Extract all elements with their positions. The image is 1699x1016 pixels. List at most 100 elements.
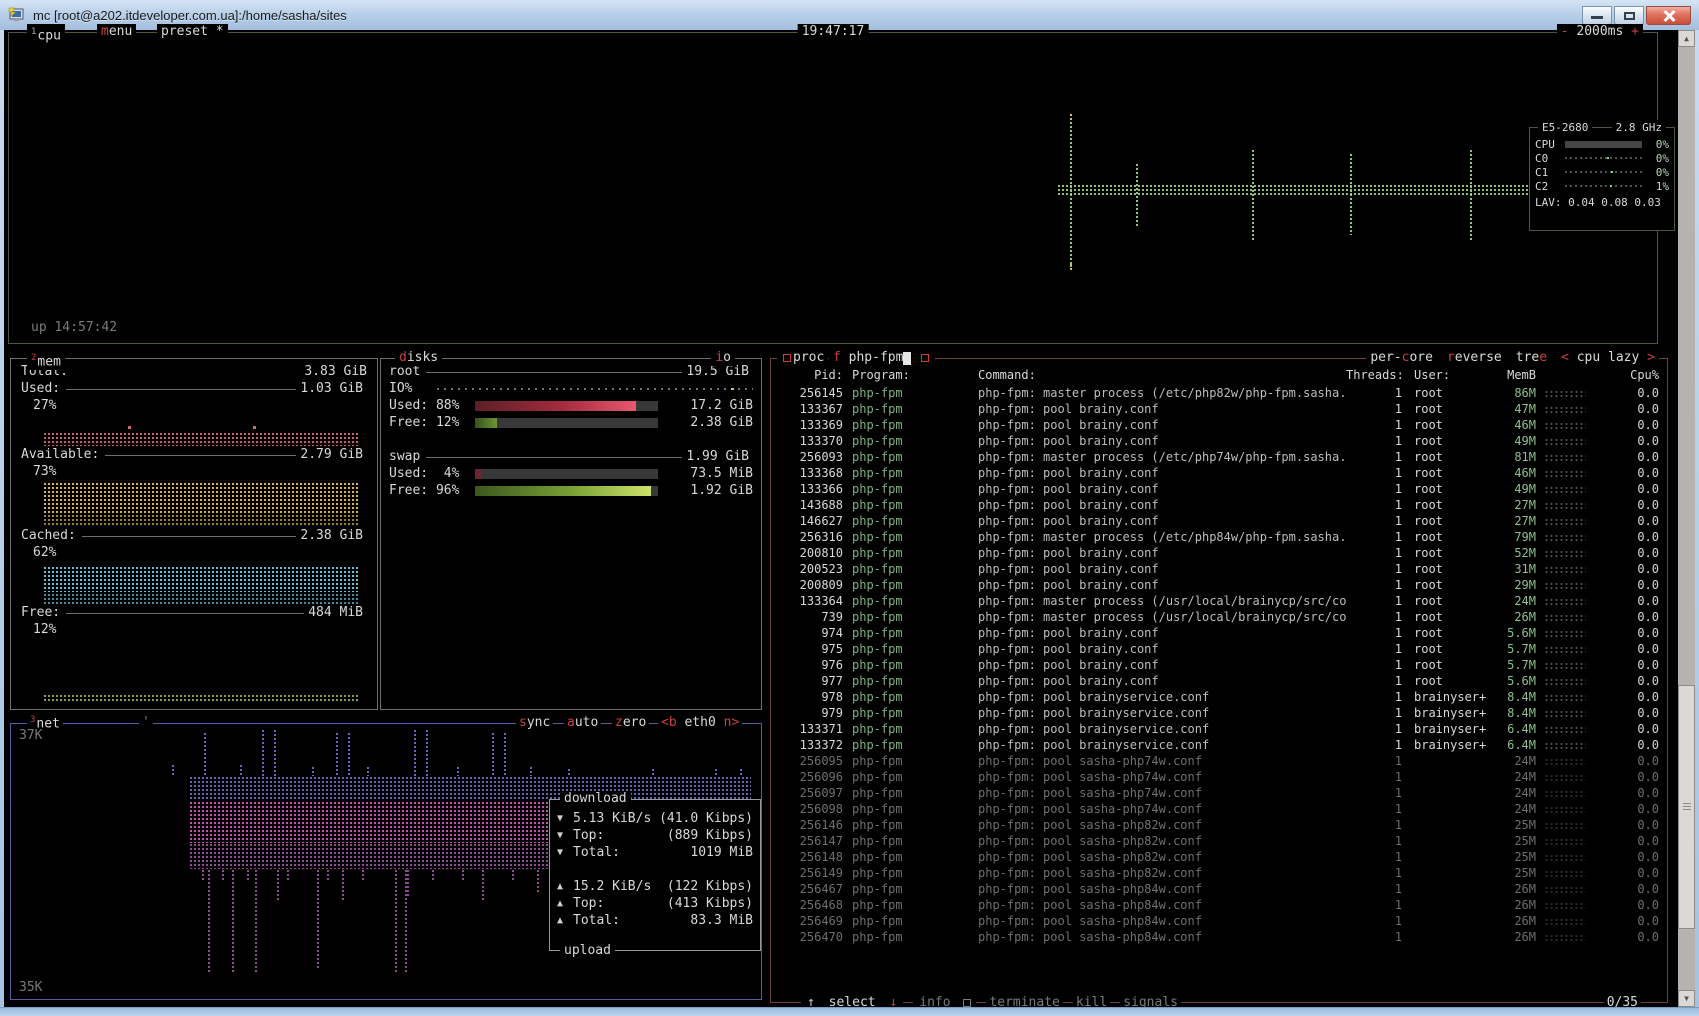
process-row[interactable]: 133370php-fpmphp-fpm: pool brainy.conf1r…	[771, 433, 1667, 449]
process-row[interactable]: 978php-fpmphp-fpm: pool brainyservice.co…	[771, 689, 1667, 705]
process-row[interactable]: 256096php-fpmphp-fpm: pool sasha-php74w.…	[771, 769, 1667, 785]
download-spike	[413, 729, 418, 776]
download-spike	[366, 766, 371, 776]
process-row[interactable]: 256316php-fpmphp-fpm: master process (/e…	[771, 529, 1667, 545]
disk-root-io: IO%	[389, 380, 753, 397]
disk-root-used: Used: 88% 17.2 GiB	[389, 397, 753, 414]
download-spike	[651, 768, 656, 776]
upload-spike	[341, 869, 346, 901]
upload-top: ▲Top:(413 Kibps)	[550, 895, 760, 912]
cpu-graph-spike	[1469, 149, 1474, 240]
process-row[interactable]: 256146php-fpmphp-fpm: pool sasha-php82w.…	[771, 817, 1667, 833]
process-row[interactable]: 256467php-fpmphp-fpm: pool sasha-php84w.…	[771, 881, 1667, 897]
scroll-up-icon[interactable]: ▲	[1678, 30, 1695, 47]
io-toggle[interactable]: io	[711, 350, 735, 366]
cpu-graph-spike	[1349, 153, 1354, 235]
mem-cached-graph	[33, 566, 365, 604]
window-scrollbar[interactable]: ▲ ▼	[1678, 30, 1695, 1007]
uptime: up 14:57:42	[31, 320, 117, 335]
process-row[interactable]: 200809php-fpmphp-fpm: pool brainy.conf1r…	[771, 577, 1667, 593]
process-row[interactable]: 133366php-fpmphp-fpm: pool brainy.conf1r…	[771, 481, 1667, 497]
process-row[interactable]: 200810php-fpmphp-fpm: pool brainy.conf1r…	[771, 545, 1667, 561]
download-spike	[491, 732, 496, 776]
process-row[interactable]: 146627php-fpmphp-fpm: pool brainy.conf1r…	[771, 513, 1667, 529]
process-row[interactable]: 133368php-fpmphp-fpm: pool brainy.conf1r…	[771, 465, 1667, 481]
mem-free-row: Free:484 MiB	[21, 604, 367, 621]
process-row[interactable]: 256147php-fpmphp-fpm: pool sasha-php82w.…	[771, 833, 1667, 849]
download-top: ▼Top:(889 Kibps)	[550, 827, 760, 844]
process-row[interactable]: 979php-fpmphp-fpm: pool brainyservice.co…	[771, 705, 1667, 721]
sort-prev-button[interactable]: <	[1561, 350, 1569, 365]
process-row[interactable]: 974php-fpmphp-fpm: pool brainy.conf1root…	[771, 625, 1667, 641]
scroll-down-icon[interactable]: ▼	[1678, 990, 1695, 1007]
download-spike	[425, 729, 430, 776]
process-row[interactable]: 976php-fpmphp-fpm: pool brainy.conf1root…	[771, 657, 1667, 673]
process-row[interactable]: 977php-fpmphp-fpm: pool brainy.conf1root…	[771, 673, 1667, 689]
reverse-toggle[interactable]: reverse	[1447, 350, 1502, 366]
sort-next-button[interactable]: >	[1647, 350, 1655, 365]
process-row[interactable]: 256470php-fpmphp-fpm: pool sasha-php84w.…	[771, 929, 1667, 945]
disk-root-free: Free: 12% 2.38 GiB	[389, 414, 753, 431]
upload-speed: ▲15.2 KiB/s(122 Kibps)	[550, 878, 760, 895]
filter-input[interactable]: f php-fpm	[829, 350, 935, 366]
close-button[interactable]	[1646, 6, 1691, 25]
disk-swap-row: swap1.99 GiB	[389, 448, 753, 465]
mem-available-percent: 73%	[21, 463, 367, 480]
mem-total-row: Total:3.83 GiB	[21, 363, 367, 380]
process-row[interactable]: 200523php-fpmphp-fpm: pool brainy.conf1r…	[771, 561, 1667, 577]
mem-available-graph	[33, 482, 365, 527]
download-spike	[335, 732, 340, 776]
upload-spike	[326, 869, 331, 881]
cpu-core-meter: C1 0%	[1530, 165, 1674, 179]
process-row[interactable]: 256098php-fpmphp-fpm: pool sasha-php74w.…	[771, 801, 1667, 817]
filter-clear-icon[interactable]	[921, 354, 929, 362]
mem-used-row: Used:1.03 GiB	[21, 380, 367, 397]
upload-spike	[231, 869, 236, 972]
upload-spike	[254, 869, 259, 972]
upload-spike	[286, 869, 291, 881]
process-row[interactable]: 256148php-fpmphp-fpm: pool sasha-php82w.…	[771, 849, 1667, 865]
up-arrow-icon: ▲	[557, 895, 573, 912]
upload-spike	[536, 869, 541, 894]
proc-options: per-core reverse tree < cpu lazy >	[1366, 350, 1659, 366]
process-row[interactable]: 256469php-fpmphp-fpm: pool sasha-php84w.…	[771, 913, 1667, 929]
proc-panel-title: proc	[777, 350, 828, 366]
process-row[interactable]: 256149php-fpmphp-fpm: pool sasha-php82w.…	[771, 865, 1667, 881]
mem-free-percent: 12%	[21, 621, 367, 638]
upload-total: ▲Total:83.3 MiB	[550, 912, 760, 929]
up-arrow-icon: ▲	[557, 878, 573, 895]
cpu-usage-graph	[9, 33, 1657, 343]
process-row[interactable]: 256468php-fpmphp-fpm: pool sasha-php84w.…	[771, 897, 1667, 913]
process-row[interactable]: 133372php-fpmphp-fpm: pool brainyservice…	[771, 737, 1667, 753]
process-row[interactable]: 256097php-fpmphp-fpm: pool sasha-php74w.…	[771, 785, 1667, 801]
minimize-button[interactable]	[1582, 6, 1612, 25]
download-spike	[171, 764, 176, 776]
disks-panel-title: disks	[395, 350, 442, 366]
per-core-toggle[interactable]: per-core	[1370, 350, 1433, 366]
box-toggle-icon[interactable]	[783, 354, 791, 362]
info-icon	[963, 999, 971, 1007]
process-row[interactable]: 975php-fpmphp-fpm: pool brainy.conf1root…	[771, 641, 1667, 657]
process-row[interactable]: 133364php-fpmphp-fpm: master process (/u…	[771, 593, 1667, 609]
proc-panel: proc f php-fpm per-core reverse tree < c…	[770, 358, 1668, 1003]
cpu-freq: 2.8 GHz	[1612, 120, 1666, 136]
scrollbar-thumb[interactable]	[1678, 685, 1695, 929]
download-spike	[311, 766, 316, 776]
process-row[interactable]: 256095php-fpmphp-fpm: pool sasha-php74w.…	[771, 753, 1667, 769]
download-spike	[714, 768, 719, 776]
process-row[interactable]: 133369php-fpmphp-fpm: pool brainy.conf1r…	[771, 417, 1667, 433]
window-title: mc [root@a202.itdeveloper.com.ua]:/home/…	[33, 8, 347, 23]
process-row[interactable]: 256093php-fpmphp-fpm: master process (/e…	[771, 449, 1667, 465]
process-row[interactable]: 739php-fpmphp-fpm: master process (/usr/…	[771, 609, 1667, 625]
process-row[interactable]: 256145php-fpmphp-fpm: master process (/e…	[771, 385, 1667, 401]
download-spike	[529, 766, 534, 776]
process-row[interactable]: 143688php-fpmphp-fpm: pool brainy.conf1r…	[771, 497, 1667, 513]
process-row[interactable]: 133367php-fpmphp-fpm: pool brainy.conf1r…	[771, 401, 1667, 417]
tree-toggle[interactable]: tree	[1516, 350, 1547, 366]
process-row[interactable]: 133371php-fpmphp-fpm: pool brainyservice…	[771, 721, 1667, 737]
cpu-graph-spike	[1069, 263, 1074, 271]
upload-box-label: upload	[560, 943, 615, 959]
maximize-button[interactable]	[1614, 6, 1644, 25]
root-used-bar	[475, 401, 658, 411]
mem-cached-percent: 62%	[21, 544, 367, 561]
